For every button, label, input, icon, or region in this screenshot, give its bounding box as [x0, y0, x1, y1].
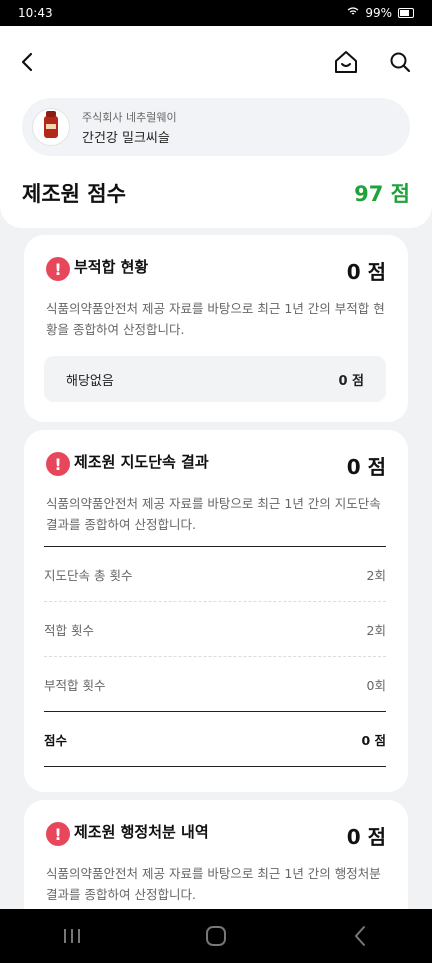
card-score: 0 점 — [346, 825, 386, 849]
card-description: 식품의약품안전처 제공 자료를 바탕으로 최근 1년 간의 행정처분 결과를 종… — [46, 866, 381, 902]
exclamation-icon: ! — [46, 822, 70, 846]
card-description: 식품의약품안전처 제공 자료를 바탕으로 최근 1년 간의 지도단속 결과를 종… — [46, 496, 381, 532]
home-button[interactable] — [330, 46, 362, 78]
status-time: 10:43 — [18, 6, 53, 20]
battery-percent: 99% — [365, 6, 392, 20]
total-score: 97 점 — [354, 182, 410, 206]
home-icon — [335, 51, 357, 73]
na-value: 0 점 — [338, 373, 364, 389]
total-label: 점수 — [44, 732, 68, 748]
product-maker: 주식회사 네추럴웨이 — [82, 110, 177, 124]
product-text: 주식회사 네추럴웨이 간건강 밀크씨슬 — [82, 109, 177, 146]
recent-apps-button[interactable] — [52, 921, 92, 951]
row-label: 적합 횟수 — [44, 622, 94, 638]
battery-icon — [398, 8, 414, 18]
status-indicators: 99% — [347, 6, 414, 20]
card-score: 0 점 — [346, 455, 386, 479]
row-label: 지도단속 총 횟수 — [44, 567, 133, 583]
home-circle-icon — [206, 926, 226, 946]
card-title: 제조원 행정처분 내역 — [74, 823, 209, 841]
exclamation-icon: ! — [46, 257, 70, 281]
back-button[interactable] — [12, 46, 44, 78]
search-icon — [390, 52, 411, 73]
header-section: 주식회사 네추럴웨이 간건강 밀크씨슬 제조원 점수 97 점 — [0, 26, 432, 228]
back-arrow-icon — [354, 926, 365, 946]
table-total-row: 점수 0 점 — [44, 712, 386, 767]
back-nav-button[interactable] — [340, 921, 380, 951]
chevron-left-icon — [21, 52, 33, 72]
row-value: 2회 — [366, 567, 386, 583]
wifi-icon — [347, 6, 359, 20]
card-nonconformity: ! 부적합 현황 0 점 식품의약품안전처 제공 자료를 바탕으로 최근 1년 … — [24, 235, 408, 422]
search-button[interactable] — [384, 46, 416, 78]
recent-apps-icon — [64, 929, 80, 943]
card-title: 부적합 현황 — [74, 258, 149, 276]
bottle-icon — [44, 111, 58, 138]
total-value: 0 점 — [361, 732, 386, 748]
card-description: 식품의약품안전처 제공 자료를 바탕으로 최근 1년 간의 부적합 현황을 종합… — [46, 301, 385, 337]
card-title: 제조원 지도단속 결과 — [74, 453, 209, 471]
card-score: 0 점 — [346, 260, 386, 284]
home-nav-button[interactable] — [196, 921, 236, 951]
status-bar: 10:43 99% — [0, 0, 432, 26]
not-applicable-box: 해당없음 0 점 — [44, 356, 386, 402]
table-row: 지도단속 총 횟수 2회 — [44, 547, 386, 602]
table-row: 적합 횟수 2회 — [44, 602, 386, 657]
page-title: 제조원 점수 — [22, 182, 126, 206]
inspection-table: 지도단속 총 횟수 2회 적합 횟수 2회 부적합 횟수 0회 점수 0 점 — [44, 546, 386, 767]
product-name: 간건강 밀크씨슬 — [82, 130, 170, 146]
card-inspection: ! 제조원 지도단속 결과 0 점 식품의약품안전처 제공 자료를 바탕으로 최… — [24, 430, 408, 792]
row-label: 부적합 횟수 — [44, 677, 106, 693]
product-chip[interactable]: 주식회사 네추럴웨이 간건강 밀크씨슬 — [22, 98, 410, 156]
exclamation-icon: ! — [46, 452, 70, 476]
row-value: 0회 — [366, 677, 386, 693]
row-value: 2회 — [366, 622, 386, 638]
product-thumbnail — [32, 108, 70, 146]
na-label: 해당없음 — [66, 373, 114, 389]
table-row: 부적합 횟수 0회 — [44, 657, 386, 712]
system-nav-bar — [0, 909, 432, 963]
